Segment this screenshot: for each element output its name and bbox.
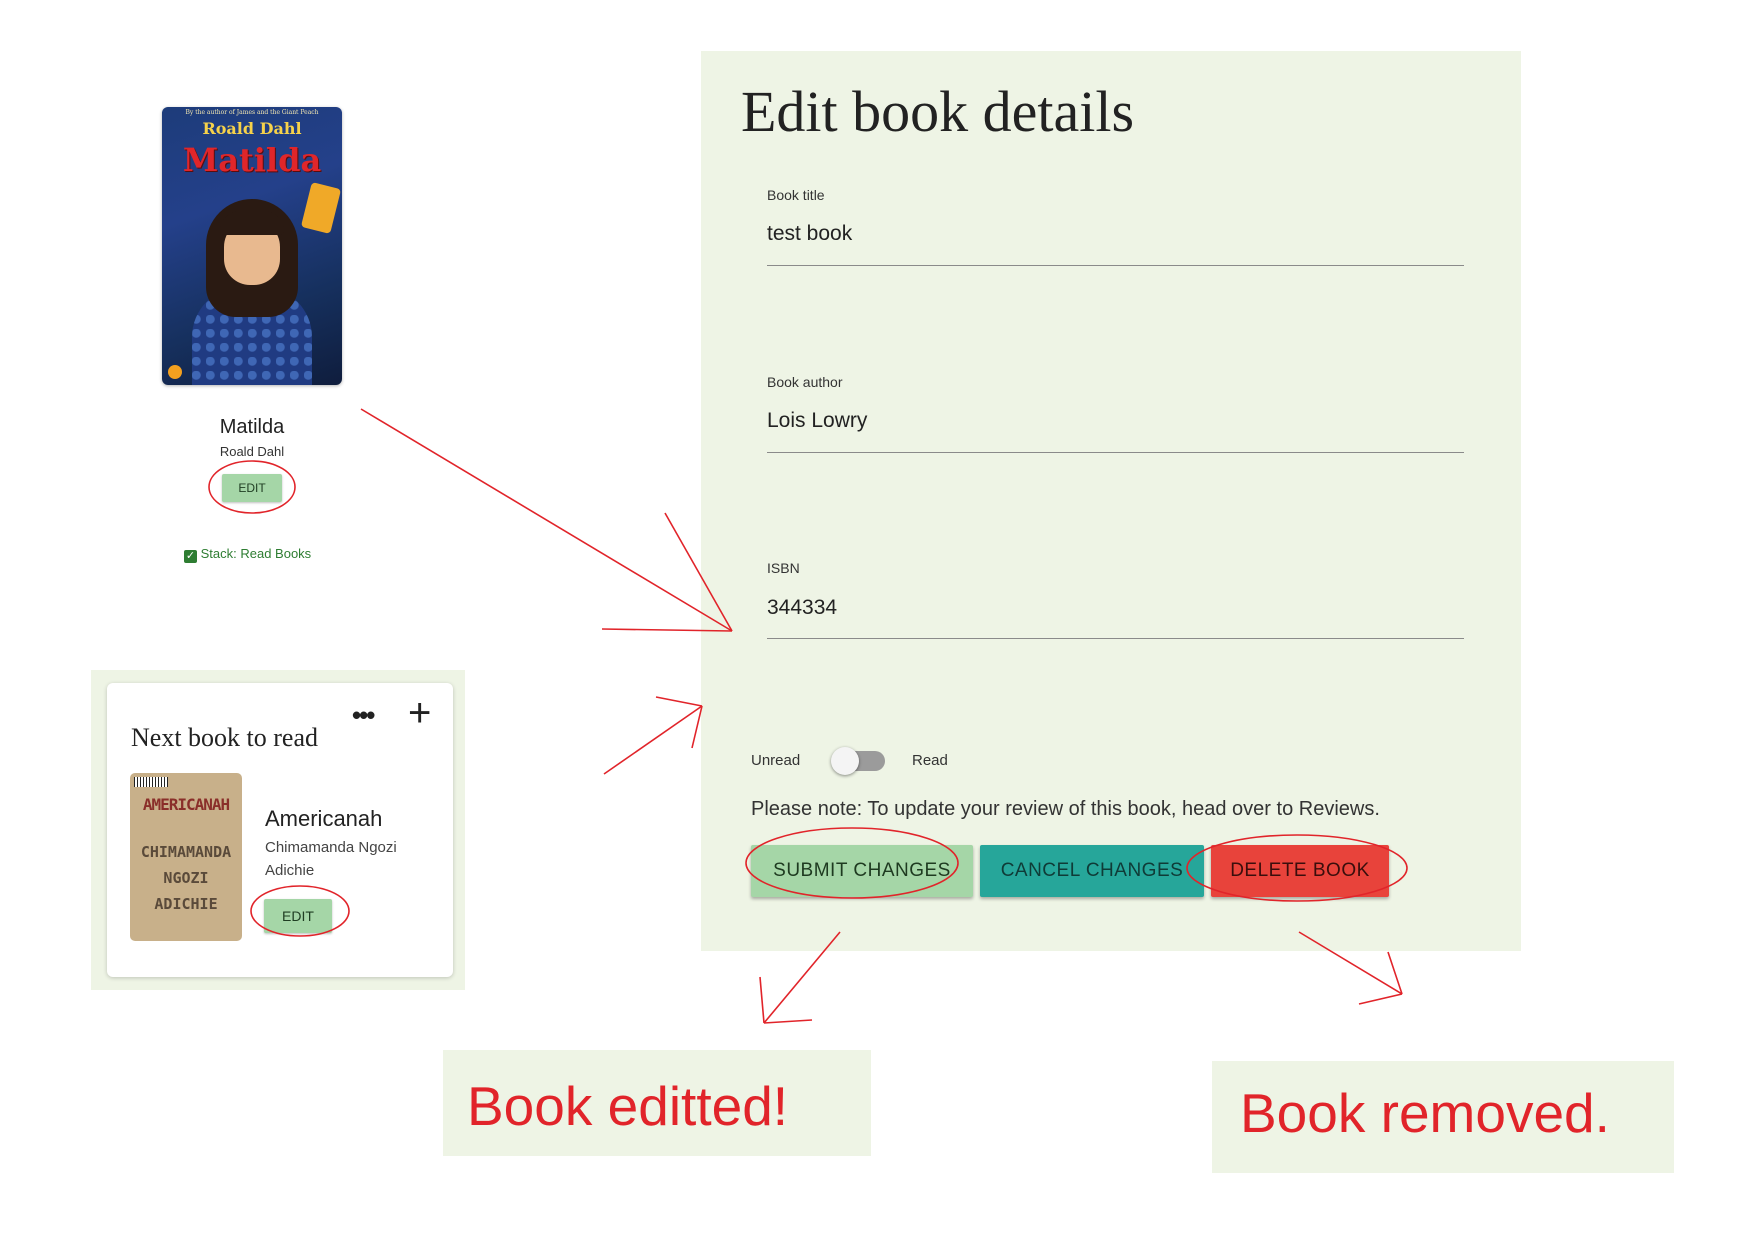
book-removed-banner: Book removed. xyxy=(1212,1061,1674,1173)
submit-changes-button[interactable]: SUBMIT CHANGES xyxy=(751,845,973,897)
toggle-knob[interactable] xyxy=(831,747,859,775)
book-title-label: Book title xyxy=(767,187,825,203)
cover-title: Matilda xyxy=(182,141,322,179)
checkbox-checked-icon[interactable]: ✓ xyxy=(184,550,197,563)
annotation-arrow-matilda xyxy=(360,408,733,632)
publisher-logo-icon xyxy=(168,365,182,379)
book-removed-text: Book removed. xyxy=(1240,1082,1610,1144)
delete-book-button[interactable]: DELETE BOOK xyxy=(1211,845,1389,897)
annotation-arrow-next-book xyxy=(603,696,703,775)
cover-author: Roald Dahl xyxy=(202,119,302,138)
book-title-underline xyxy=(767,265,1464,266)
americanah-author: Chimamanda Ngozi Adichie xyxy=(265,839,397,879)
cover-author-line-3: ADICHIE xyxy=(154,895,218,913)
matilda-edit-button[interactable]: EDIT xyxy=(222,474,282,502)
book-author-underline xyxy=(767,452,1464,453)
cover-badge xyxy=(300,182,342,234)
book-author-label: Book author xyxy=(767,374,843,390)
matilda-author: Roald Dahl xyxy=(219,444,285,459)
toggle-unread-label: Unread xyxy=(751,752,801,769)
more-options-icon[interactable]: ••• xyxy=(352,700,375,731)
cover-author-line-1: CHIMAMANDA xyxy=(140,843,232,861)
isbn-label: ISBN xyxy=(767,560,800,576)
cover-title: AMERICANAH xyxy=(142,795,230,814)
matilda-title: Matilda xyxy=(219,416,285,438)
book-edited-text: Book editted! xyxy=(467,1075,789,1137)
cover-figure-bangs xyxy=(220,211,284,235)
stack-indicator[interactable]: ✓ Stack: Read Books xyxy=(184,546,384,563)
cover-author-line-2: NGOZI xyxy=(163,869,209,887)
review-note: Please note: To update your review of th… xyxy=(751,798,1380,820)
page-title: Edit book details xyxy=(741,79,1135,144)
next-book-heading: Next book to read xyxy=(131,723,319,752)
add-icon[interactable]: + xyxy=(408,693,431,733)
cancel-changes-button[interactable]: CANCEL CHANGES xyxy=(980,845,1204,897)
book-title-input[interactable] xyxy=(767,222,1457,246)
americanah-cover-image: AMERICANAH CHIMAMANDA NGOZI ADICHIE xyxy=(130,773,242,941)
isbn-underline xyxy=(767,638,1464,639)
matilda-cover-image: By the author of James and the Giant Pea… xyxy=(162,107,342,385)
stack-label: Stack: Read Books xyxy=(200,546,312,561)
toggle-read-label: Read xyxy=(912,752,948,769)
isbn-input[interactable] xyxy=(767,596,1457,620)
cover-tagline: By the author of James and the Giant Pea… xyxy=(185,109,319,116)
book-edited-banner: Book editted! xyxy=(443,1050,871,1156)
americanah-edit-button[interactable]: EDIT xyxy=(264,899,332,933)
book-author-input[interactable] xyxy=(767,409,1457,433)
barcode-icon xyxy=(134,777,168,787)
americanah-title: Americanah xyxy=(265,806,383,831)
